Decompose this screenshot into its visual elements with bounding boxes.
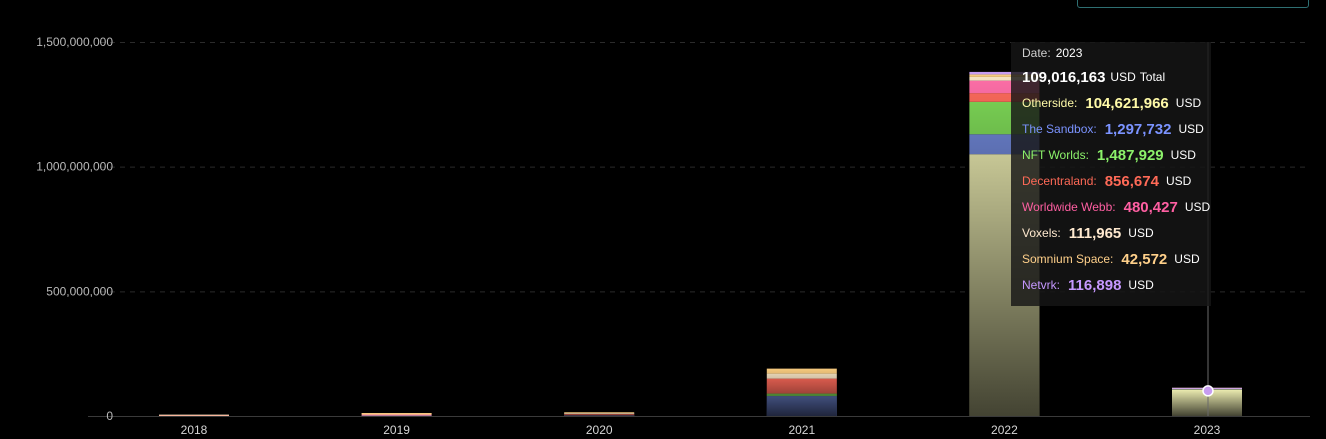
y-tick-label: 500,000,000 [46,284,113,298]
tooltip-series-row: The Sandbox: 1,297,732 USD [1022,116,1211,142]
bar-stack-2018[interactable] [159,414,229,416]
tooltip-series-name: Netvrk: [1022,278,1061,292]
bar-shade [766,368,837,416]
bar-segment-decentraland[interactable] [361,414,432,416]
chart-tooltip: Date: 2023 109,016,163 USD Total Othersi… [1011,42,1211,306]
x-tick-label: 2019 [383,423,410,437]
tooltip-series-row: Decentraland: 856,674 USD [1022,168,1211,194]
tooltip-date-row: Date: 2023 [1022,42,1211,64]
tooltip-series-name: Decentraland: [1022,174,1097,188]
tooltip-series-unit: USD [1184,200,1211,214]
tooltip-series-unit: USD [1175,96,1202,110]
tooltip-date-label: Date: [1022,46,1051,60]
bar-shade [564,412,635,416]
bar-segment-somnium-space[interactable] [361,413,432,415]
x-tick-label: 2021 [788,423,815,437]
tooltip-total-row: 109,016,163 USD Total [1022,64,1211,90]
tooltip-series-name: Otherside: [1022,96,1078,110]
x-tick-label: 2023 [1194,423,1221,437]
bar-stack-2020[interactable] [564,412,635,416]
tooltip-series-row: Somnium Space: 42,572 USD [1022,246,1211,272]
tooltip-series-value: 42,572 [1121,250,1168,268]
tooltip-series-value: 480,427 [1123,198,1178,216]
tooltip-series-name: Worldwide Webb: [1022,200,1116,214]
x-tick-label: 2018 [181,423,208,437]
tooltip-series-name: NFT Worlds: [1022,148,1089,162]
tooltip-series-value: 856,674 [1104,172,1159,190]
tooltip-series-unit: USD [1128,226,1154,240]
x-tick-label: 2020 [586,423,613,437]
y-tick-label: 0 [106,409,113,423]
tooltip-series-unit: USD [1178,122,1204,136]
tooltip-series-row: NFT Worlds: 1,487,929 USD [1022,142,1211,168]
x-axis-tick-labels: 2018 2019 2020 2021 2022 2023 [181,423,1221,437]
tooltip-total-value: 109,016,163 [1022,68,1106,86]
tooltip-series-name: The Sandbox: [1022,122,1097,136]
bar-segment-voxels[interactable] [159,414,229,416]
tooltip-series-unit: USD [1174,252,1200,266]
bar-stack-2021[interactable] [766,368,837,416]
hover-marker [1202,385,1214,397]
y-tick-label: 1,000,000,000 [36,160,113,174]
tooltip-series-value: 111,965 [1068,224,1122,242]
tooltip-series-unit: USD [1170,148,1196,162]
tooltip-series-unit: USD [1165,174,1192,188]
tooltip-series-row: Worldwide Webb: 480,427 USD [1022,194,1211,220]
tooltip-series-value: 116,898 [1068,276,1122,294]
tooltip-series-value: 1,487,929 [1096,146,1164,164]
tooltip-series-value: 104,621,966 [1085,94,1169,112]
tooltip-series-name: Somnium Space: [1022,252,1114,266]
tooltip-series-row: Netvrk: 116,898 USD [1022,272,1211,298]
y-axis-tick-labels: 0 500,000,000 1,000,000,000 1,500,000,000 [36,35,113,423]
y-tick-label: 1,500,000,000 [36,35,113,49]
tooltip-total-unit: USD [1110,70,1136,84]
tooltip-series-name: Voxels: [1022,226,1061,240]
tooltip-series-value: 1,297,732 [1104,120,1172,138]
x-tick-label: 2022 [991,423,1018,437]
tooltip-series-unit: USD [1128,278,1154,292]
tooltip-series-list: Otherside: 104,621,966 USD The Sandbox: 1,29… [1022,90,1211,298]
tooltip-series-row: Voxels: 111,965 USD [1022,220,1211,246]
bar-stack-2019[interactable] [361,413,432,416]
tooltip-series-row: Otherside: 104,621,966 USD [1022,90,1211,116]
tooltip-total-label: Total [1139,70,1166,84]
tooltip-date-value: 2023 [1055,46,1083,60]
